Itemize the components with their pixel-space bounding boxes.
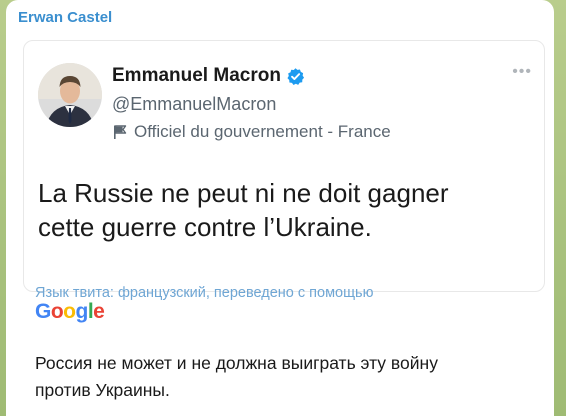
google-logo-letter: o [50,300,64,323]
google-logo-letter: e [93,300,105,323]
google-logo-letter: o [63,300,76,323]
translated-text: Россия не может и не должна выиграть эту… [35,350,545,404]
message-bubble: Erwan Castel Emmanuel Macron @EmmanuelMa… [6,0,554,416]
flag-icon [112,124,128,140]
google-logo: Google [35,300,105,324]
tweet-text: La Russie ne peut ni ne doit gagner cett… [38,176,508,244]
display-name[interactable]: Emmanuel Macron [112,65,281,87]
more-options-icon[interactable]: ••• [512,63,532,81]
translation-note: Язык твита: французский, переведено с по… [35,285,374,301]
channel-name[interactable]: Erwan Castel [18,9,112,26]
tweet-text-line: La Russie ne peut ni ne doit gagner [38,178,449,208]
google-logo-letter: g [75,300,89,323]
tweet-card[interactable]: Emmanuel Macron @EmmanuelMacron Officiel… [23,40,545,292]
handle[interactable]: @EmmanuelMacron [112,94,276,115]
translated-text-line: против Украины. [35,380,170,400]
tweet-text-line: cette guerre contre l’Ukraine. [38,212,372,242]
verified-badge-icon [286,67,305,86]
official-label: Officiel du gouvernement - France [134,122,391,141]
tweet-author-row: Emmanuel Macron [112,65,305,87]
google-logo-letter: G [35,300,51,323]
avatar[interactable] [38,63,102,127]
official-label-row: Officiel du gouvernement - France [112,122,391,142]
translated-text-line: Россия не может и не должна выиграть эту… [35,353,438,373]
